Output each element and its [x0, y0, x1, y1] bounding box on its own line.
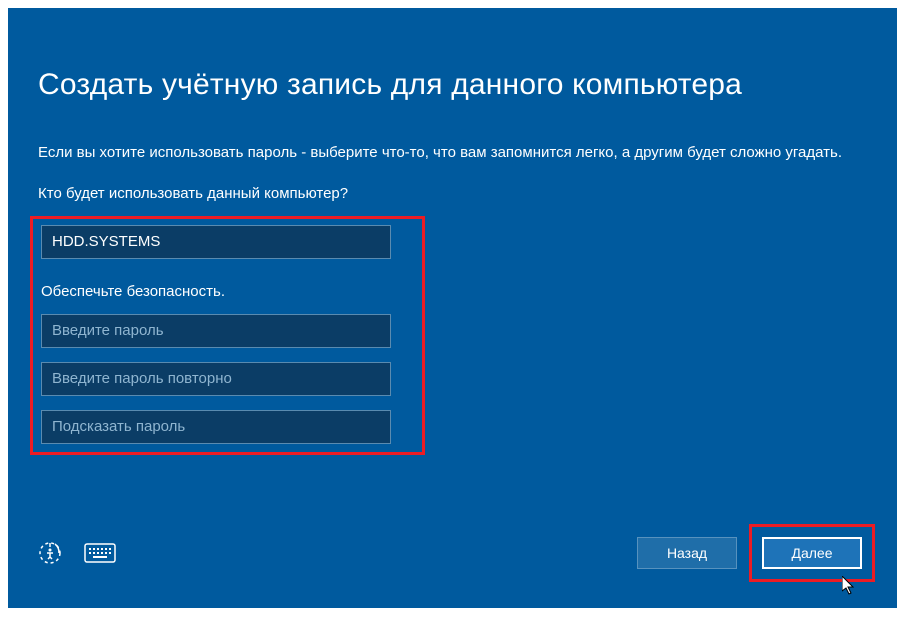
accessibility-icon[interactable] — [38, 541, 62, 565]
page-title: Создать учётную запись для данного компь… — [38, 68, 867, 102]
password-confirm-input[interactable] — [41, 362, 391, 396]
password-input[interactable] — [41, 314, 391, 348]
footer: Назад Далее — [38, 524, 875, 582]
setup-window: Создать учётную запись для данного компь… — [8, 8, 897, 608]
username-input[interactable] — [41, 225, 391, 259]
form-area: Кто будет использовать данный компьютер?… — [8, 165, 897, 455]
footer-left — [38, 541, 116, 565]
keyboard-icon[interactable] — [84, 543, 116, 563]
highlighted-form-area: Обеспечьте безопасность. — [30, 216, 425, 455]
user-section-label: Кто будет использовать данный компьютер? — [38, 185, 867, 202]
password-hint-input[interactable] — [41, 410, 391, 444]
footer-right: Назад Далее — [637, 524, 875, 582]
security-section-label: Обеспечьте безопасность. — [41, 283, 414, 300]
next-button[interactable]: Далее — [762, 537, 862, 569]
highlighted-next-button-area: Далее — [749, 524, 875, 582]
header-area: Создать учётную запись для данного компь… — [8, 8, 897, 165]
page-subtitle: Если вы хотите использовать пароль - выб… — [38, 142, 867, 165]
back-button[interactable]: Назад — [637, 537, 737, 569]
